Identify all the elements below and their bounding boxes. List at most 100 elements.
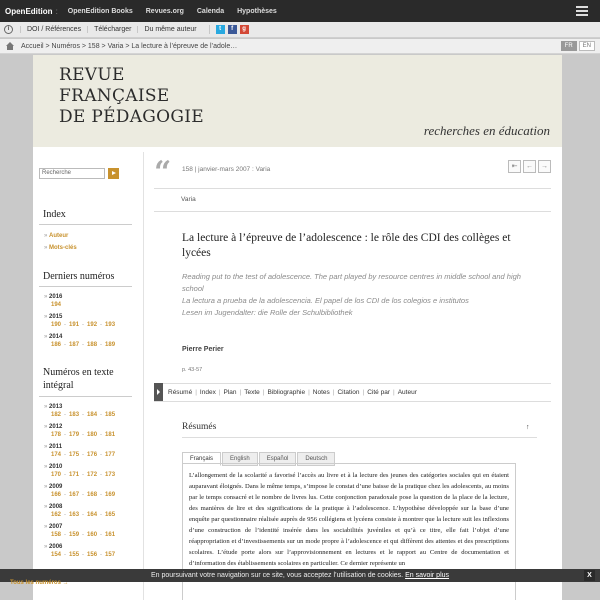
issue-link[interactable]: 184	[87, 412, 97, 418]
lang-fr-button[interactable]: FR	[560, 41, 577, 51]
link-hypotheses[interactable]: Hypothèses	[237, 8, 277, 15]
year-2008: 2008	[44, 504, 62, 510]
article-main: “ 158 | janvier-mars 2007 : Varia ⇤ ← → …	[143, 152, 562, 600]
issue-link[interactable]: 165	[105, 512, 115, 518]
issue-link[interactable]: 186	[51, 342, 61, 348]
issue-link[interactable]: 192	[87, 322, 97, 328]
anchor-link[interactable]: Citation	[337, 389, 359, 396]
issue-links: 178-179-180-181	[51, 432, 116, 438]
issue-link[interactable]: 159	[69, 532, 79, 538]
cookie-text: En poursuivant votre navigation sur ce s…	[150, 572, 404, 579]
issue-links: 182-183-184-185	[51, 412, 116, 418]
same-author-link[interactable]: Du même auteur	[137, 26, 202, 33]
all-issues-link[interactable]: Tous les numéros →	[10, 580, 69, 586]
issue-link[interactable]: 179	[69, 432, 79, 438]
journal-banner[interactable]: REVUE FRANÇAISE DE PÉDAGOGIE recherches …	[33, 55, 562, 147]
issue-line[interactable]: 158 | janvier-mars 2007 : Varia	[182, 166, 270, 173]
issue-link[interactable]: 178	[51, 432, 61, 438]
anchor-link[interactable]: Auteur	[398, 389, 417, 396]
issue-link[interactable]: 172	[87, 472, 97, 478]
cookie-more-link[interactable]: En savoir plus	[405, 572, 449, 579]
close-icon[interactable]: X	[584, 570, 595, 581]
first-article-icon[interactable]: ⇤	[508, 160, 521, 173]
back-to-top-icon[interactable]: ↑	[526, 424, 530, 431]
issue-link[interactable]: 164	[87, 512, 97, 518]
issue-link[interactable]: 168	[87, 492, 97, 498]
issue-link[interactable]: 176	[87, 452, 97, 458]
issue-link[interactable]: 169	[105, 492, 115, 498]
issue-link[interactable]: 175	[69, 452, 79, 458]
issue-link[interactable]: 163	[69, 512, 79, 518]
alternate-titles: Reading put to the test of adolescence. …	[182, 271, 522, 319]
separator: |	[262, 389, 265, 396]
anchor-link[interactable]: Bibliographie	[268, 389, 306, 396]
fulltext-issues-heading: Numéros en texte intégral	[43, 366, 114, 392]
breadcrumb-text[interactable]: Accueil > Numéros > 158 > Varia > La lec…	[21, 43, 237, 50]
issue-link[interactable]: 188	[87, 342, 97, 348]
issue-links: 170-171-172-173	[51, 472, 116, 478]
separator: |	[195, 389, 197, 396]
issue-link[interactable]: 167	[69, 492, 79, 498]
issue-link[interactable]: 162	[51, 512, 61, 518]
facebook-icon[interactable]: f	[227, 25, 237, 34]
article-author[interactable]: Pierre Perier	[182, 346, 224, 353]
issue-link[interactable]: 161	[105, 532, 115, 538]
journal-title-line: REVUE	[59, 65, 125, 85]
issue-link[interactable]: 166	[51, 492, 61, 498]
issue-link[interactable]: 181	[105, 432, 115, 438]
issue-link[interactable]: 157	[105, 552, 115, 558]
info-icon[interactable]: i	[4, 25, 13, 34]
next-article-icon[interactable]: →	[538, 160, 551, 173]
link-openedition-books[interactable]: OpenEdition Books	[68, 8, 133, 15]
issue-link[interactable]: 194	[51, 302, 61, 308]
issue-link[interactable]: 173	[105, 472, 115, 478]
issue-link[interactable]: 177	[105, 452, 115, 458]
download-link[interactable]: Télécharger	[87, 26, 137, 33]
anchor-link[interactable]: Index	[200, 389, 216, 396]
openedition-logo[interactable]: OpenEdition	[0, 7, 53, 16]
alt-title-de: Lesen im Jugendalter: die Rolle der Schu…	[182, 308, 353, 317]
issue-links: 194	[51, 302, 61, 308]
issue-link[interactable]: 154	[51, 552, 61, 558]
quote-icon: “	[154, 155, 172, 190]
issue-link[interactable]: 155	[69, 552, 79, 558]
link-calenda[interactable]: Calenda	[197, 8, 224, 15]
issue-link[interactable]: 158	[51, 532, 61, 538]
anchor-link[interactable]: Texte	[244, 389, 260, 396]
issue-link[interactable]: 180	[87, 432, 97, 438]
journal-title: REVUE FRANÇAISE DE PÉDAGOGIE	[59, 65, 204, 128]
issue-link[interactable]: 160	[87, 532, 97, 538]
home-icon[interactable]	[5, 42, 15, 50]
twitter-icon[interactable]: t	[215, 25, 225, 34]
issue-link[interactable]: 193	[105, 322, 115, 328]
issue-link[interactable]: 190	[51, 322, 61, 328]
previous-article-icon[interactable]: ←	[523, 160, 536, 173]
search-input[interactable]: Recherche	[39, 168, 105, 179]
issue-link[interactable]: 170	[51, 472, 61, 478]
issue-link[interactable]: 185	[105, 412, 115, 418]
toggle-toolbar-icon[interactable]	[154, 383, 163, 401]
hamburger-menu-icon[interactable]	[576, 6, 588, 16]
article-anchor-menu: Résumé | Index | Plan | Texte | Bibliographie | No…	[168, 389, 417, 396]
issue-link[interactable]: 187	[69, 342, 79, 348]
anchor-link[interactable]: Cité par	[367, 389, 390, 396]
issue-link[interactable]: 171	[69, 472, 79, 478]
googleplus-icon[interactable]: g	[239, 25, 249, 34]
doi-references-link[interactable]: DOI / Références	[20, 26, 87, 33]
issue-link[interactable]: 156	[87, 552, 97, 558]
issue-link[interactable]: 182	[51, 412, 61, 418]
link-revues-org[interactable]: Revues.org	[146, 8, 184, 15]
issue-link[interactable]: 191	[69, 322, 79, 328]
issue-link[interactable]: 174	[51, 452, 61, 458]
issue-link[interactable]: 183	[69, 412, 79, 418]
anchor-link[interactable]: Notes	[313, 389, 330, 396]
index-item-keywords[interactable]: Mots-clés	[44, 245, 77, 251]
issue-link[interactable]: 189	[105, 342, 115, 348]
anchor-link[interactable]: Plan	[224, 389, 237, 396]
divider	[39, 286, 132, 287]
lang-en-button[interactable]: EN	[578, 41, 595, 51]
resumes-heading: Résumés	[182, 422, 217, 432]
index-item-author[interactable]: Auteur	[44, 233, 68, 239]
search-submit-button[interactable]	[108, 168, 119, 179]
anchor-link[interactable]: Résumé	[168, 389, 192, 396]
